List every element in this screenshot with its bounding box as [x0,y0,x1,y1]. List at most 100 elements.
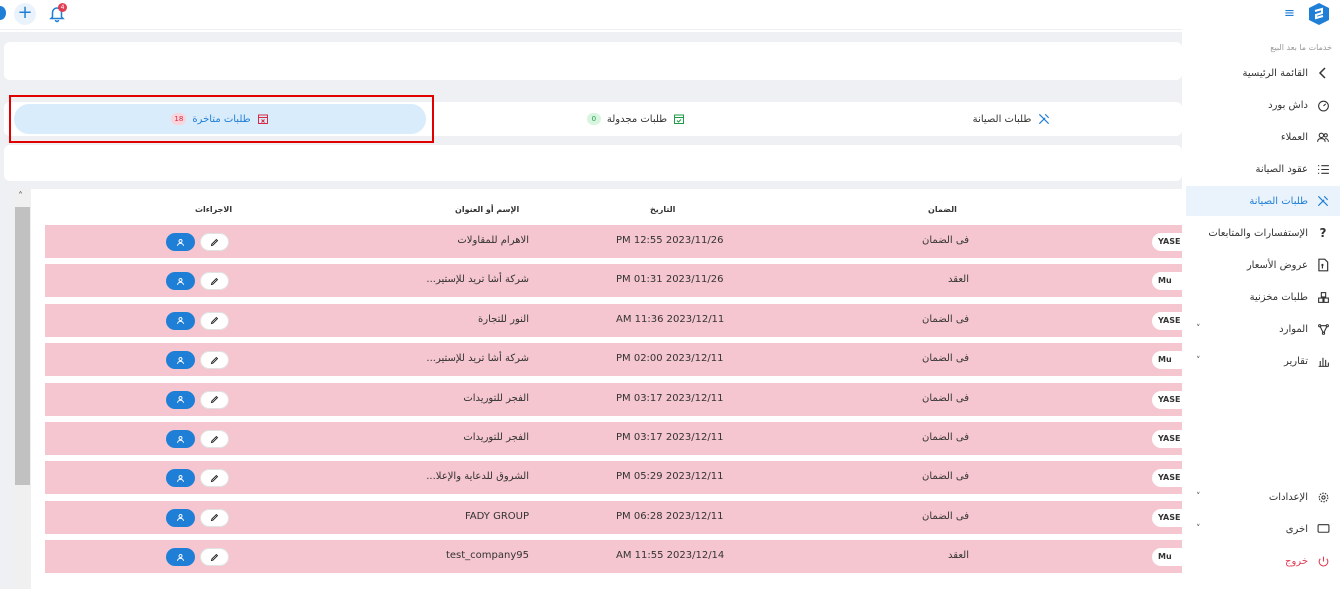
edit-icon[interactable] [200,272,229,291]
cell-warranty: فى الضمان [922,353,969,365]
edit-icon[interactable] [200,430,229,448]
user-icon[interactable] [166,469,195,488]
scrollbar[interactable]: ˄ [14,189,31,589]
cell-date: PM 03:17 2023/12/11 [616,392,724,404]
sidebar-item-label: القائمة الرئيسية [1242,67,1308,79]
scroll-thumb[interactable] [15,207,30,485]
sidebar-item-clients[interactable]: العملاء [1182,122,1340,152]
sidebar-item-settings[interactable]: ˅ الإعدادات [1182,482,1340,512]
question-icon: ? [1319,226,1327,240]
sidebar-item-label: الموارد [1279,323,1308,335]
user-icon[interactable] [166,390,195,409]
user-icon[interactable] [166,508,195,527]
sidebar-item-logout[interactable]: خروج [1182,546,1340,576]
edit-icon[interactable] [200,311,229,330]
chevron-down-icon: ˅ [1196,492,1201,502]
network-icon [1316,322,1330,336]
power-icon [1316,554,1330,568]
document-price-icon [1316,258,1330,272]
cell-user: Mu [1152,272,1182,291]
requests-table: ˄ الاجراءات الإسم أو العنوان التاريخ الض… [14,189,1182,589]
sidebar-item-inventory-requests[interactable]: طلبات مخزنية [1182,282,1340,312]
cell-date: AM 11:36 2023/12/11 [616,313,725,325]
header-card [4,42,1182,80]
cell-name: النور للتجارة [478,313,529,325]
sidebar-item-main-menu[interactable]: القائمة الرئيسية [1182,58,1340,88]
sidebar-item-label: تقارير [1283,355,1308,367]
table-row[interactable]: الفجر للتوريدات PM 03:17 2023/12/11 فى الض… [45,382,1182,416]
sidebar-item-contracts[interactable]: عقود الصيانة [1182,154,1340,184]
table-row[interactable]: test_company95 AM 11:55 2023/12/14 العقد Mu [45,540,1182,574]
cell-warranty: العقد [948,274,969,286]
th-date: التاريخ [650,205,676,214]
table-row[interactable]: ...الشروق للدعاية والإعلا PM 05:29 2023/1… [45,461,1182,495]
sidebar-item-label: داش بورد [1268,99,1308,111]
table-row[interactable]: ...شركة أشا تريد للإستير PM 01:31 2023/11… [45,264,1182,298]
sidebar-item-label: عروض الأسعار [1246,259,1308,271]
menu-icon[interactable]: ≡ [1284,6,1295,21]
cell-date: PM 12:55 2023/11/26 [616,235,724,246]
edit-icon[interactable] [200,390,229,409]
table-row[interactable]: الفجر للتوريدات PM 03:17 2023/12/11 فى الض… [45,422,1182,455]
table-row[interactable]: النور للتجارة AM 11:36 2023/12/11 فى الضما… [45,303,1182,337]
avatar[interactable] [0,6,6,20]
cell-warranty: فى الضمان [922,313,969,325]
table-row[interactable]: الاهرام للمقاولات PM 12:55 2023/11/26 فى ا… [45,225,1182,258]
tools-icon [1316,194,1330,208]
cell-name: الفجر للتوريدات [463,432,529,443]
edit-icon[interactable] [200,469,229,488]
user-icon[interactable] [166,430,195,448]
cell-warranty: فى الضمان [922,471,969,483]
edit-icon[interactable] [200,351,229,370]
annotation-box [9,95,434,143]
cell-date: PM 01:31 2023/11/26 [616,274,724,286]
boxes-icon [1316,290,1330,304]
user-icon[interactable] [166,272,195,291]
cell-user: YASE [1152,233,1182,251]
user-icon[interactable] [166,311,195,330]
scroll-up-icon[interactable]: ˄ [18,191,23,202]
filter-card [4,145,1182,181]
sidebar-item-label: خروج [1285,555,1308,567]
sidebar-item-dashboard[interactable]: داش بورد [1182,90,1340,120]
user-icon[interactable] [166,548,195,567]
sidebar-item-inquiries[interactable]: الإستفسارات والمتابعات ? [1182,218,1340,248]
add-icon[interactable]: + [14,3,36,25]
table-header: الاجراءات الإسم أو العنوان التاريخ الضما… [45,199,1182,223]
sidebar-item-label: اخرى [1285,523,1308,535]
tab-label: طلبات مجدولة [606,113,668,125]
chevron-down-icon: ˅ [1196,356,1201,366]
app-logo-icon [1309,3,1329,25]
th-name: الإسم أو العنوان [455,205,520,214]
tab-scheduled-requests[interactable]: 0 طلبات مجدولة [444,104,828,134]
cell-date: PM 02:00 2023/12/11 [616,353,724,365]
top-bar: + 4 [0,0,1182,30]
sidebar-item-resources[interactable]: ˅ الموارد [1182,314,1340,344]
sidebar-item-label: الإعدادات [1268,491,1308,503]
table-row[interactable]: FADY GROUP PM 06:28 2023/12/11 فى الضمان YA… [45,500,1182,534]
user-icon[interactable] [166,351,195,370]
tab-maintenance-requests[interactable]: طلبات الصيانة [844,104,1180,134]
sidebar-item-reports[interactable]: ˅ تقارير [1182,346,1340,376]
sidebar: ≡ خدمات ما بعد البيع القائمة الرئيسية دا… [1182,0,1340,589]
cell-name: ...شركة أشا تريد للإستير [426,274,529,286]
cell-user: YASE [1152,430,1182,448]
cell-warranty: فى الضمان [922,510,969,522]
edit-icon[interactable] [200,548,229,567]
gear-icon [1316,490,1330,504]
edit-icon[interactable] [200,233,229,251]
user-icon[interactable] [166,233,195,251]
sidebar-item-maintenance-requests[interactable]: طلبات الصيانة [1186,186,1340,216]
cell-name: ...الشروق للدعاية والإعلا [426,471,529,483]
sidebar-item-label: طلبات الصيانة [1249,195,1308,207]
scheduled-count-badge: 0 [586,113,601,125]
chevron-left-icon [1316,66,1330,80]
notification-badge: 4 [58,3,67,12]
sidebar-item-label: عقود الصيانة [1255,163,1308,175]
sidebar-item-other[interactable]: ˅ اخرى [1182,514,1340,544]
sidebar-item-quotes[interactable]: عروض الأسعار [1182,250,1340,280]
table-row[interactable]: ...شركة أشا تريد للإستير PM 02:00 2023/12… [45,343,1182,377]
chevron-down-icon: ˅ [1196,524,1201,534]
sidebar-item-label: الإستفسارات والمتابعات [1208,227,1308,239]
edit-icon[interactable] [200,508,229,527]
